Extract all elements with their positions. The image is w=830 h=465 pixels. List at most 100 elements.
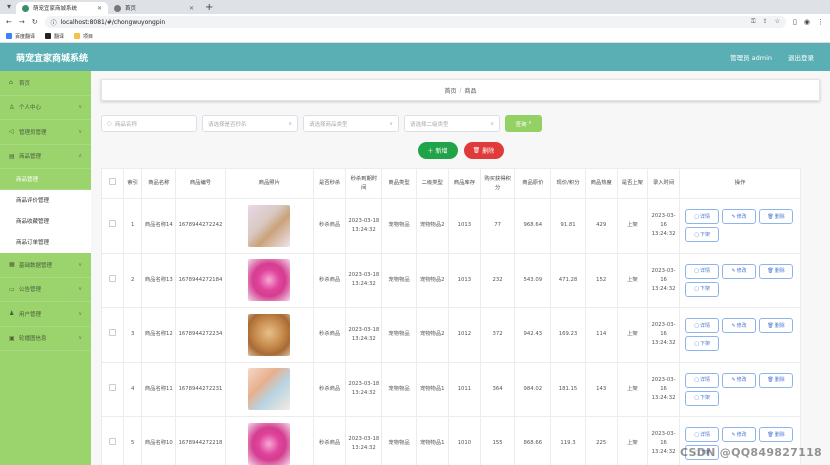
bookmark-item[interactable]: 百度翻译 — [6, 33, 35, 40]
sidebar-item-admin[interactable]: ◁ 管理员管理 ∨ — [0, 120, 91, 145]
cell-photo — [224, 252, 315, 308]
row-select-cell[interactable] — [100, 416, 125, 465]
sidebar-subitem-reviews[interactable]: 商品评价管理 — [0, 190, 91, 211]
browser-tab[interactable]: 首页 ✕ — [108, 2, 200, 14]
goods-name-input[interactable]: ○ 商品名称 — [101, 115, 197, 132]
input-placeholder: 商品名称 — [114, 121, 137, 128]
offshelf-button[interactable]: ▢ 下架 — [685, 281, 720, 297]
delete-button[interactable]: 🗑 删除 — [759, 263, 794, 279]
address-bar: ← → ↻ ⓘ localhost:8081/#/chongwuyongpin … — [0, 14, 830, 30]
sidebar-item-home[interactable]: ⌂ 首页 — [0, 71, 91, 96]
logout-link[interactable]: 退出登录 — [788, 52, 814, 62]
sidebar-item-banner[interactable]: ▣ 轮播图信息 ∨ — [0, 327, 91, 351]
chevron-down-icon: ∨ — [389, 120, 393, 127]
button-label: 删除 — [774, 431, 785, 438]
sidebar-subitem-goods[interactable]: 商品管理 — [0, 169, 91, 190]
breadcrumb-home[interactable]: 首页 — [444, 86, 456, 95]
trash-icon: 🗑 — [767, 268, 774, 274]
edit-button[interactable]: ✎ 修改 — [722, 318, 757, 334]
url-field[interactable]: ⓘ localhost:8081/#/chongwuyongpin ⚿ ⇪ ☆ — [44, 16, 787, 28]
row-checkbox[interactable] — [109, 383, 117, 391]
detail-button[interactable]: ▢ 详情 — [685, 263, 720, 279]
select-all-cell[interactable] — [100, 168, 125, 199]
sidebar-item-users[interactable]: ♟ 用户管理 ∨ — [0, 302, 91, 327]
cell-onsale: 上架 — [616, 252, 648, 308]
row-select-cell[interactable] — [100, 307, 125, 363]
share-icon[interactable]: ⇪ — [763, 18, 768, 26]
sidebar-item-label: 基础数据管理 — [19, 262, 53, 269]
row-select-cell[interactable] — [100, 361, 125, 417]
sidebar-subitem-favorites[interactable]: 商品收藏管理 — [0, 211, 91, 232]
reload-icon[interactable]: ↻ — [32, 18, 38, 26]
offshelf-button[interactable]: ▢ 下架 — [685, 336, 720, 352]
detail-button[interactable]: ▢ 详情 — [685, 372, 720, 388]
chevron-down-icon: ∨ — [490, 120, 494, 127]
cell-price: 984.02 — [514, 361, 552, 417]
button-label: 删除 — [482, 148, 495, 155]
browser-tab-active[interactable]: 萌宠宜家商城系统 ✕ — [16, 2, 108, 14]
menu-icon[interactable]: ⋮ — [817, 18, 824, 26]
row-select-cell[interactable] — [100, 252, 125, 308]
key-icon[interactable]: ⚿ — [751, 18, 756, 26]
cell-created: 2023-03-16 13:24:32 — [646, 307, 681, 363]
bookmark-item[interactable]: 项目 — [74, 33, 93, 40]
cell-photo — [224, 416, 315, 465]
batch-delete-button[interactable]: 🗑 删除 — [463, 142, 504, 159]
select-all-checkbox[interactable] — [109, 178, 117, 185]
tab-search-icon[interactable]: ▾ — [4, 2, 14, 12]
sidebar-item-basedata[interactable]: ▦ 基础数据管理 ∨ — [0, 253, 91, 278]
cell-heat: 114 — [584, 307, 618, 363]
delete-button[interactable]: 🗑 删除 — [759, 427, 794, 443]
cell-operations: ▢ 详情 ✎ 修改 🗑 删除 ▢ 下架 — [679, 361, 801, 417]
cell-stock: 1011 — [447, 361, 482, 417]
cell-heat: 152 — [584, 252, 618, 308]
edit-icon: ✎ — [731, 322, 736, 329]
delete-button[interactable]: 🗑 删除 — [759, 209, 794, 225]
cell-photo — [224, 198, 315, 254]
sidebar-item-notice[interactable]: ▭ 公告管理 ∨ — [0, 278, 91, 302]
back-icon[interactable]: ← — [6, 18, 12, 26]
sidebar-subitem-orders[interactable]: 商品订单管理 — [0, 232, 91, 253]
column-header: 商品库存 — [447, 168, 482, 199]
banner-icon: ▣ — [9, 334, 15, 342]
detail-button[interactable]: ▢ 详情 — [685, 209, 720, 225]
sidebar-item-label: 商品管理 — [19, 154, 42, 161]
row-checkbox[interactable] — [109, 274, 117, 282]
detail-button[interactable]: ▢ 详情 — [685, 427, 720, 443]
table-header-row: 索引 商品名称 商品编号 商品照片 是否秒杀 秒杀到期时间 商品类型 二级类型 … — [100, 168, 801, 199]
add-button[interactable]: ＋新增 — [417, 142, 458, 159]
row-checkbox[interactable] — [109, 220, 117, 228]
edit-button[interactable]: ✎ 修改 — [722, 209, 757, 225]
seckill-select[interactable]: 请选择是否秒杀 ∨ — [202, 115, 298, 132]
bookmark-item[interactable]: 翻译 — [45, 33, 64, 40]
sidebar-item-goods[interactable]: ▤ 商品管理 ∧ — [0, 145, 91, 169]
edit-button[interactable]: ✎ 修改 — [722, 372, 757, 388]
row-checkbox[interactable] — [109, 438, 117, 446]
goods-type-select[interactable]: 请选择商品类型 ∨ — [303, 115, 399, 132]
sidebar-icon[interactable]: ▯ — [793, 18, 797, 26]
button-label: 详情 — [699, 322, 710, 329]
row-select-cell[interactable] — [100, 198, 125, 254]
subtype-select[interactable]: 请选择二级类型 ∨ — [404, 115, 500, 132]
delete-button[interactable]: 🗑 删除 — [759, 372, 794, 388]
sidebar-item-profile[interactable]: ♙ 个人中心 ∨ — [0, 96, 91, 120]
edit-button[interactable]: ✎ 修改 — [722, 427, 757, 443]
column-header: 商品名称 — [141, 168, 177, 199]
profile-icon[interactable]: ◉ — [804, 18, 810, 26]
new-tab-icon[interactable]: + — [200, 2, 218, 14]
tab-close-icon[interactable]: ✕ — [189, 5, 194, 12]
row-checkbox[interactable] — [109, 329, 117, 337]
cell-created: 2023-03-16 13:24:32 — [646, 252, 681, 308]
cell-subtype: 宠物物品2 — [415, 198, 449, 254]
detail-icon: ▢ — [694, 377, 699, 383]
star-icon[interactable]: ☆ — [775, 18, 780, 26]
offshelf-icon: ▢ — [694, 395, 699, 401]
search-button[interactable]: 查询 ⌕ — [505, 115, 542, 132]
detail-button[interactable]: ▢ 详情 — [685, 318, 720, 334]
offshelf-button[interactable]: ▢ 下架 — [685, 227, 720, 243]
offshelf-button[interactable]: ▢ 下架 — [685, 390, 720, 406]
edit-button[interactable]: ✎ 修改 — [722, 263, 757, 279]
tab-close-icon[interactable]: ✕ — [97, 5, 102, 12]
delete-button[interactable]: 🗑 删除 — [759, 318, 794, 334]
forward-icon[interactable]: → — [19, 18, 25, 26]
